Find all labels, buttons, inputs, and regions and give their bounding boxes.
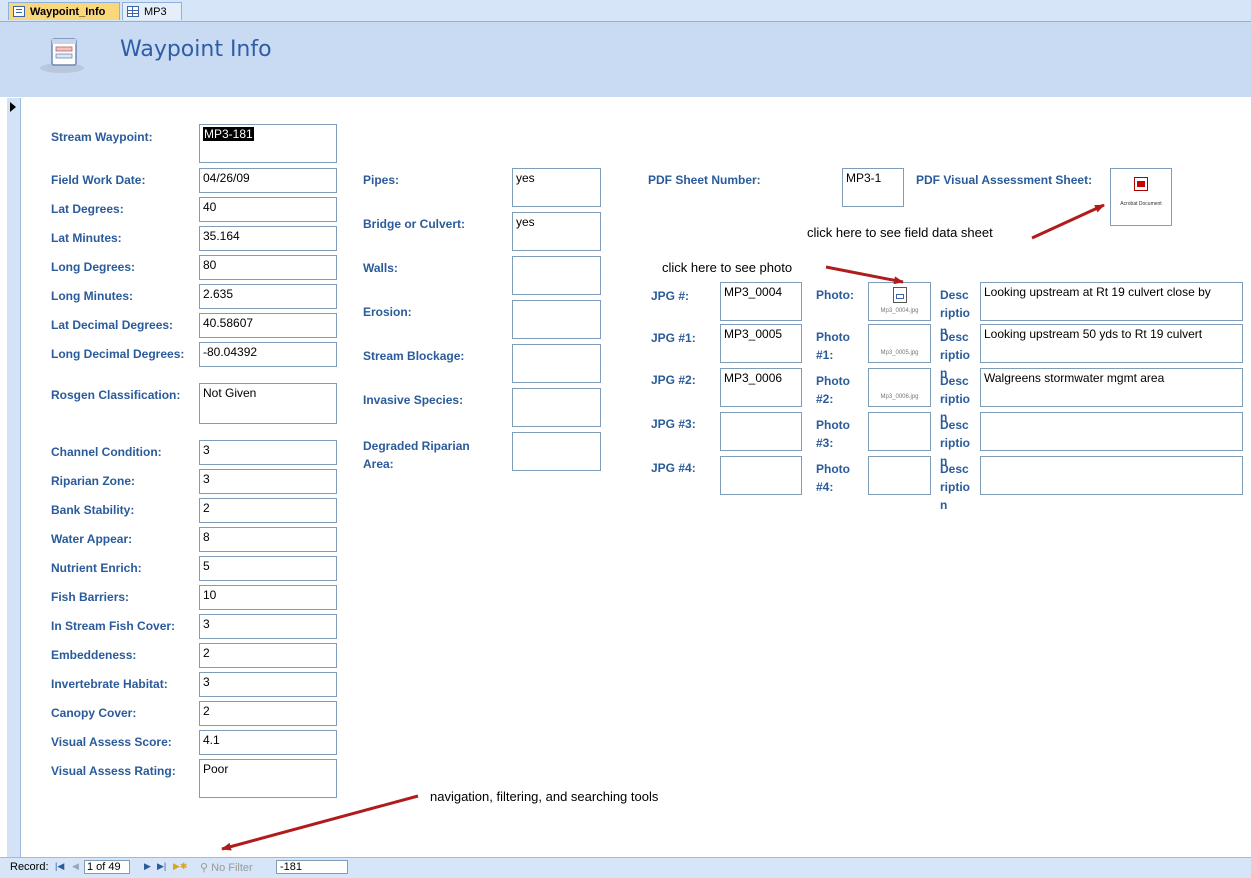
funnel-icon: ⚲ — [200, 862, 212, 874]
filter-label: No Filter — [211, 862, 253, 874]
record-label: Record: — [10, 861, 49, 873]
arrow-to-photo — [825, 265, 904, 285]
search-input[interactable]: -181 — [276, 860, 348, 874]
annotation-arrows — [221, 203, 1105, 851]
filter-toggle[interactable]: ⚲ No Filter — [200, 861, 253, 874]
current-record-input[interactable]: 1 of 49 — [84, 860, 130, 874]
record-navigation-bar: Record: |◀ ◀ 1 of 49 ▶ ▶| ▶✱ ⚲ No Filter… — [0, 857, 1251, 878]
last-record-button[interactable]: ▶| — [157, 861, 166, 872]
arrow-to-pdf — [1031, 203, 1105, 240]
first-record-button[interactable]: |◀ — [55, 861, 64, 872]
new-record-button[interactable]: ▶✱ — [173, 861, 187, 872]
next-record-button[interactable]: ▶ — [144, 861, 151, 872]
previous-record-button[interactable]: ◀ — [72, 861, 79, 872]
arrow-to-nav — [221, 794, 419, 851]
